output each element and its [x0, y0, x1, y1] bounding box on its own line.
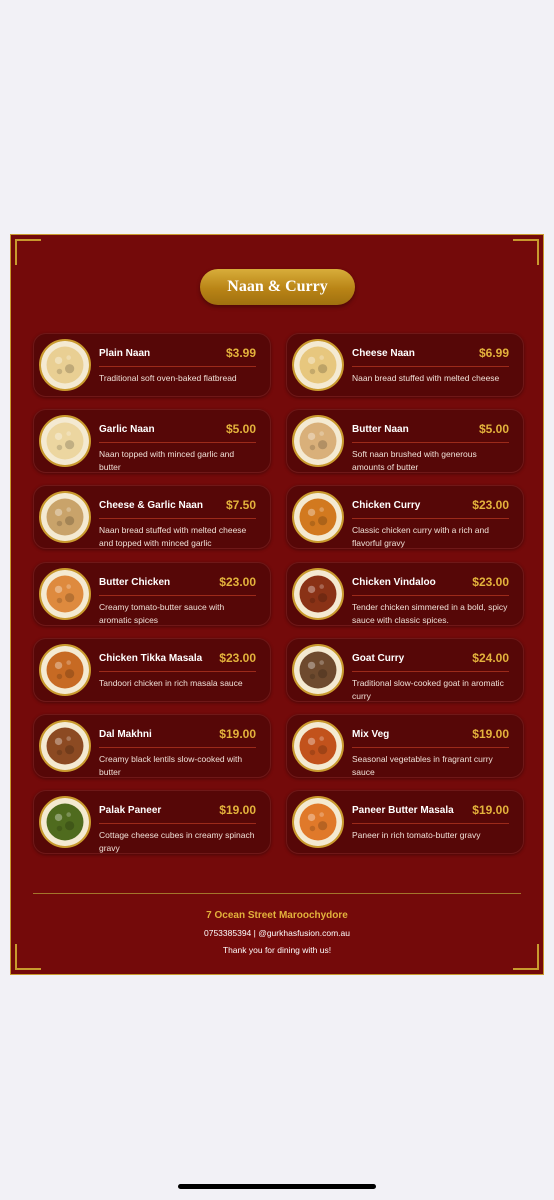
- menu-item-divider: [352, 671, 509, 672]
- menu-item-price: $24.00: [472, 651, 509, 665]
- menu-item-description: Naan topped with minced garlic and butte…: [99, 449, 235, 472]
- menu-item-name: Paneer Butter Masala: [352, 805, 454, 816]
- menu-item-divider: [352, 823, 509, 824]
- garlic-naan-photo: [39, 415, 91, 467]
- menu-item[interactable]: Mix Veg $19.00 Seasonal vegetables in frag…: [286, 714, 524, 778]
- goat-curry-photo: [292, 644, 344, 696]
- menu-item-name: Palak Paneer: [99, 805, 162, 816]
- menu-item[interactable]: Paneer Butter Masala $19.00 Paneer in rich…: [286, 790, 524, 854]
- menu-item-name: Chicken Tikka Masala: [99, 653, 203, 664]
- menu-item-name: Butter Chicken: [99, 577, 171, 588]
- menu-item[interactable]: Dal Makhni $19.00 Creamy black lentils slo…: [33, 714, 271, 778]
- menu-item-description: Tender chicken simmered in a bold, spicy…: [352, 602, 508, 625]
- menu-item-description: Soft naan brushed with generous amounts …: [352, 449, 477, 472]
- palak-paneer-photo: [39, 796, 91, 848]
- menu-item-description: Paneer in rich tomato-butter gravy: [352, 830, 481, 840]
- restaurant-address: 7 Ocean Street Maroochydore: [206, 910, 348, 921]
- home-indicator[interactable]: [178, 1184, 376, 1189]
- menu-item-name: Dal Makhni: [99, 729, 152, 740]
- menu-item-price: $23.00: [219, 651, 256, 665]
- menu-item-price: $3.99: [225, 346, 256, 360]
- butter-chicken-photo: [39, 568, 91, 620]
- menu-item[interactable]: Cheese Naan $6.99 Naan bread stuffed with …: [286, 333, 524, 397]
- dal-makhni-photo: [39, 720, 91, 772]
- menu-item[interactable]: Garlic Naan $5.00 Naan topped with minced …: [33, 409, 271, 473]
- paneer-butter-masala-photo: [292, 796, 344, 848]
- menu-item-divider: [99, 747, 256, 748]
- menu-item-divider: [352, 442, 509, 443]
- menu-item-description: Traditional slow-cooked goat in aromatic…: [352, 678, 504, 701]
- menu-item-price: $5.00: [478, 422, 509, 436]
- menu-item-name: Plain Naan: [99, 348, 151, 359]
- menu-item-description: Creamy tomato-butter sauce with aromatic…: [99, 602, 225, 625]
- menu-item[interactable]: Chicken Curry $23.00 Classic chicken curry…: [286, 485, 524, 549]
- menu-item[interactable]: Butter Chicken $23.00 Creamy tomato-butter…: [33, 562, 271, 626]
- menu-item[interactable]: Cheese & Garlic Naan $7.50 Naan bread stuf…: [33, 485, 271, 549]
- menu-item-description: Seasonal vegetables in fragrant curry sa…: [352, 754, 493, 777]
- menu-item-description: Cottage cheese cubes in creamy spinach g…: [99, 830, 255, 853]
- menu-item-price: $23.00: [472, 498, 509, 512]
- menu-item-price: $6.99: [478, 346, 509, 360]
- menu-item-price: $19.00: [219, 727, 256, 741]
- thank-you-note: Thank you for dining with us!: [222, 945, 332, 955]
- menu-item[interactable]: Chicken Tikka Masala $23.00 Tandoori chick…: [33, 638, 271, 702]
- menu-item-divider: [99, 671, 256, 672]
- menu-item-name: Cheese & Garlic Naan: [99, 500, 203, 511]
- menu-item-price: $19.00: [472, 803, 509, 817]
- menu-card: Naan & Curry Plain Naan $3.99 Traditional …: [10, 234, 544, 975]
- menu-item[interactable]: Chicken Vindaloo $23.00 Tender chicken sim…: [286, 562, 524, 626]
- footer-divider: [33, 893, 521, 894]
- menu-item-name: Mix Veg: [352, 729, 390, 740]
- cheese-naan-photo: [292, 339, 344, 391]
- butter-naan-photo: [292, 415, 344, 467]
- corner-ornament-top-left: [15, 239, 41, 265]
- restaurant-contact[interactable]: 0753385394 | @gurkhasfusion.com.au: [11, 928, 543, 938]
- menu-item-description: Creamy black lentils slow-cooked with bu…: [99, 754, 243, 777]
- menu-item-price: $23.00: [472, 575, 509, 589]
- menu-item-price: $19.00: [219, 803, 256, 817]
- menu-item-description: Tandoori chicken in rich masala sauce: [99, 678, 243, 688]
- menu-item-divider: [99, 595, 256, 596]
- menu-title: Naan & Curry: [200, 269, 355, 305]
- menu-item-divider: [352, 366, 509, 367]
- menu-item-divider: [99, 823, 256, 824]
- menu-item-description: Classic chicken curry with a rich and fl…: [352, 525, 489, 548]
- chicken-curry-photo: [292, 491, 344, 543]
- menu-item-description: Traditional soft oven-baked flatbread: [99, 373, 237, 383]
- menu-item-price: $23.00: [219, 575, 256, 589]
- chicken-vindaloo-photo: [292, 568, 344, 620]
- menu-item-name: Cheese Naan: [352, 348, 415, 359]
- menu-item-price: $19.00: [472, 727, 509, 741]
- menu-item-name: Chicken Vindaloo: [352, 577, 436, 588]
- menu-item[interactable]: Plain Naan $3.99 Traditional soft oven-bak…: [33, 333, 271, 397]
- menu-item[interactable]: Palak Paneer $19.00 Cottage cheese cubes i…: [33, 790, 271, 854]
- menu-item-price: $7.50: [225, 498, 256, 512]
- menu-item-description: Naan bread stuffed with melted cheese an…: [99, 525, 247, 548]
- menu-item-price: $5.00: [225, 422, 256, 436]
- menu-item-divider: [99, 518, 256, 519]
- menu-item-description: Naan bread stuffed with melted cheese: [352, 373, 500, 383]
- menu-item-divider: [99, 366, 256, 367]
- menu-item-divider: [352, 595, 509, 596]
- plain-naan-photo: [39, 339, 91, 391]
- menu-item-divider: [352, 518, 509, 519]
- menu-item-name: Butter Naan: [352, 424, 409, 435]
- menu-item-name: Goat Curry: [352, 653, 405, 664]
- menu-item-divider: [99, 442, 256, 443]
- corner-ornament-top-right: [513, 239, 539, 265]
- menu-item-name: Chicken Curry: [352, 500, 421, 511]
- menu-item-name: Garlic Naan: [99, 424, 155, 435]
- chicken-tikka-masala-photo: [39, 644, 91, 696]
- menu-item[interactable]: Goat Curry $24.00 Traditional slow-cooked …: [286, 638, 524, 702]
- menu-item[interactable]: Butter Naan $5.00 Soft naan brushed with g…: [286, 409, 524, 473]
- mix-veg-photo: [292, 720, 344, 772]
- menu-item-divider: [352, 747, 509, 748]
- cheese-garlic-naan-photo: [39, 491, 91, 543]
